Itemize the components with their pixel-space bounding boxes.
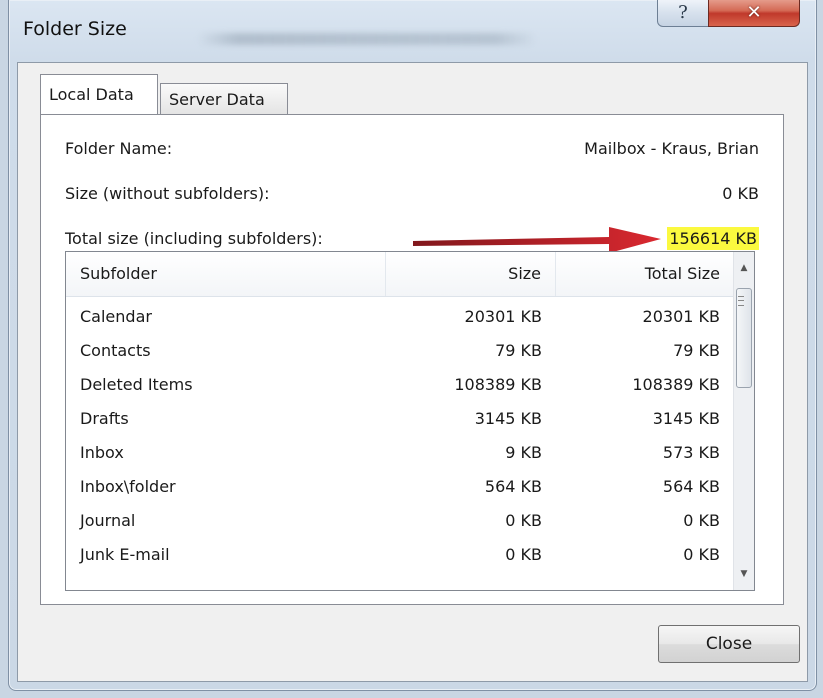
help-icon: ? <box>678 1 688 23</box>
column-header-subfolder[interactable]: Subfolder <box>66 252 386 296</box>
row-size: 3145 KB <box>474 409 542 428</box>
scroll-down-icon[interactable]: ▼ <box>734 564 754 584</box>
table-row[interactable]: Contacts 79 KB 79 KB <box>66 334 734 368</box>
total-size-label: Total size (including subfolders): <box>65 229 323 248</box>
window-close-button[interactable]: ✕ <box>708 0 800 27</box>
table-row[interactable]: Inbox 9 KB 573 KB <box>66 436 734 470</box>
dialog-title: Folder Size <box>23 18 127 40</box>
row-subfolder: Deleted Items <box>80 375 193 394</box>
size-value: 0 KB <box>722 184 759 203</box>
row-total-size: 79 KB <box>673 341 720 360</box>
row-size: 79 KB <box>495 341 542 360</box>
column-header-total-size[interactable]: Total Size <box>556 252 734 296</box>
row-total-size: 573 KB <box>662 443 720 462</box>
tab-server-data[interactable]: Server Data <box>160 83 288 114</box>
folder-size-dialog: Folder Size ? ✕ Local Data Server Data F… <box>8 0 817 691</box>
table-row[interactable]: Drafts 3145 KB 3145 KB <box>66 402 734 436</box>
size-label: Size (without subfolders): <box>65 184 270 203</box>
row-size: 20301 KB <box>464 307 542 326</box>
row-subfolder: Calendar <box>80 307 152 326</box>
close-icon: ✕ <box>746 1 762 23</box>
folder-name-label: Folder Name: <box>65 139 173 158</box>
row-subfolder: Journal <box>80 511 136 530</box>
row-size: 0 KB <box>505 511 542 530</box>
column-header-size[interactable]: Size <box>386 252 556 296</box>
table-row[interactable]: Junk E-mail 0 KB 0 KB <box>66 538 734 572</box>
subfolder-list[interactable]: Subfolder Size Total Size Calendar 20301… <box>65 251 755 591</box>
close-button[interactable]: Close <box>658 625 800 663</box>
local-data-panel: Folder Name: Mailbox - Kraus, Brian Size… <box>40 114 784 605</box>
vertical-scrollbar[interactable]: ▲ ▼ <box>733 252 754 590</box>
title-bar[interactable]: Folder Size ? ✕ <box>9 0 816 62</box>
folder-name-value: Mailbox - Kraus, Brian <box>584 139 759 158</box>
row-subfolder: Inbox\folder <box>80 477 176 496</box>
row-total-size: 3145 KB <box>652 409 720 428</box>
row-size: 564 KB <box>484 477 542 496</box>
row-subfolder: Contacts <box>80 341 151 360</box>
row-size: 0 KB <box>505 545 542 564</box>
row-subfolder: Drafts <box>80 409 129 428</box>
table-row[interactable]: Calendar 20301 KB 20301 KB <box>66 300 734 334</box>
total-size-value: 156614 KB <box>667 227 759 250</box>
list-header: Subfolder Size Total Size <box>66 252 734 297</box>
row-size: 108389 KB <box>454 375 542 394</box>
row-size: 9 KB <box>505 443 542 462</box>
row-total-size: 0 KB <box>683 511 720 530</box>
help-button[interactable]: ? <box>657 0 709 27</box>
blurred-caption <box>197 33 537 45</box>
row-total-size: 564 KB <box>662 477 720 496</box>
table-row[interactable]: Deleted Items 108389 KB 108389 KB <box>66 368 734 402</box>
row-subfolder: Inbox <box>80 443 124 462</box>
scroll-grip-icon <box>738 296 744 306</box>
dialog-client-area: Local Data Server Data Folder Name: Mail… <box>17 62 808 682</box>
row-total-size: 0 KB <box>683 545 720 564</box>
row-total-size: 108389 KB <box>632 375 720 394</box>
scroll-up-icon[interactable]: ▲ <box>734 258 754 278</box>
tab-local-data[interactable]: Local Data <box>40 74 158 114</box>
table-row[interactable]: Inbox\folder 564 KB 564 KB <box>66 470 734 504</box>
row-total-size: 20301 KB <box>642 307 720 326</box>
table-row[interactable]: Journal 0 KB 0 KB <box>66 504 734 538</box>
row-subfolder: Junk E-mail <box>80 545 170 564</box>
